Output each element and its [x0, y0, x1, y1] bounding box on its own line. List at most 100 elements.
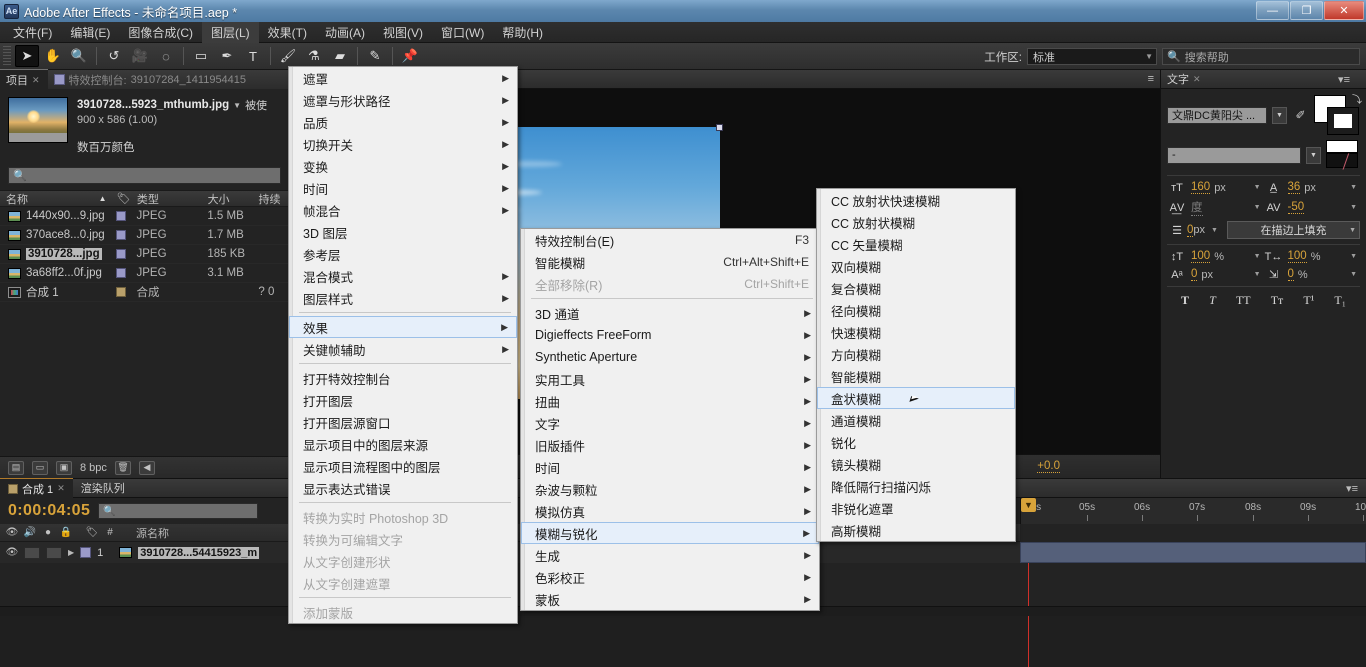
- menu-item-bilateral-blur[interactable]: 双向模糊: [817, 255, 1015, 277]
- close-button[interactable]: ✕: [1324, 1, 1364, 20]
- eye-icon[interactable]: 👁: [6, 547, 18, 559]
- tab-composition-1[interactable]: 合成 1 ✕: [0, 478, 73, 499]
- menu-item-synthetic-aperture[interactable]: Synthetic Aperture▶: [521, 346, 819, 368]
- column-name[interactable]: 名称 ▲: [0, 191, 111, 207]
- chevron-down-icon[interactable]: ▼: [1272, 107, 1287, 124]
- composition-value-badge[interactable]: +0.0: [1037, 460, 1060, 473]
- toolbar-grip[interactable]: [3, 46, 11, 66]
- menu-composition[interactable]: 图像合成(C): [119, 21, 202, 44]
- chevron-down-icon[interactable]: ▼: [233, 101, 241, 110]
- panel-menu-icon[interactable]: ≡: [1148, 73, 1154, 85]
- vertical-scale-value[interactable]: 100: [1191, 250, 1210, 263]
- collapse-icon[interactable]: ◀: [139, 461, 155, 475]
- bit-depth-label[interactable]: 8 bpc: [80, 462, 107, 474]
- kerning-value[interactable]: 度: [1191, 199, 1203, 216]
- menu-item-3d-layer[interactable]: 3D 图层: [289, 221, 517, 243]
- menu-item-3d-channel[interactable]: 3D 通道▶: [521, 302, 819, 324]
- menu-item-directional-blur[interactable]: 方向模糊: [817, 343, 1015, 365]
- menu-item-color-correction[interactable]: 色彩校正▶: [521, 566, 819, 588]
- tracking-value[interactable]: -50: [1288, 201, 1305, 214]
- stroke-color-swatch[interactable]: [1327, 107, 1359, 135]
- menu-item-cc-vector-blur[interactable]: CC 矢量模糊: [817, 233, 1015, 255]
- hand-tool-icon[interactable]: ✋: [41, 45, 65, 67]
- workspace-select[interactable]: 标准 ▼: [1027, 48, 1157, 65]
- expand-arrow-icon[interactable]: ▶: [68, 548, 74, 557]
- table-row-selected[interactable]: 3910728...jpg JPEG 185 KB: [0, 245, 289, 264]
- fill-stroke-preview[interactable]: ╱: [1326, 140, 1360, 170]
- shape-tool-icon[interactable]: ▭: [189, 45, 213, 67]
- table-row[interactable]: 合成 1 合成 ? 0: [0, 283, 289, 302]
- column-type[interactable]: 类型: [131, 191, 202, 207]
- audio-icon[interactable]: 🔊: [24, 527, 36, 539]
- panel-menu-icon[interactable]: ▾≡: [1338, 73, 1350, 86]
- menu-window[interactable]: 窗口(W): [432, 21, 493, 44]
- brush-tool-icon[interactable]: 🖌: [276, 45, 300, 67]
- column-size[interactable]: 大小: [202, 191, 253, 207]
- menu-item-layer-styles[interactable]: 图层样式▶: [289, 287, 517, 309]
- menu-item-open-effect-controls[interactable]: 打开特效控制台: [289, 367, 517, 389]
- tab-project[interactable]: 项目 ✕: [0, 69, 48, 90]
- menu-item-smart-blur[interactable]: 智能模糊Ctrl+Alt+Shift+E: [521, 251, 819, 273]
- chevron-down-icon[interactable]: ▼: [1254, 271, 1264, 278]
- baseline-shift-value[interactable]: 0: [1191, 268, 1197, 281]
- menu-item-blur-sharpen[interactable]: 模糊与锐化▶: [521, 522, 819, 544]
- menu-item-transform[interactable]: 变换▶: [289, 155, 517, 177]
- minimize-button[interactable]: —: [1256, 1, 1289, 20]
- table-row[interactable]: 1440x90...9.jpg JPEG 1.5 MB: [0, 207, 289, 226]
- menu-item-compound-blur[interactable]: 复合模糊: [817, 277, 1015, 299]
- timeline-search-input[interactable]: 🔍: [98, 503, 258, 519]
- menu-item-effect-controls[interactable]: 特效控制台(E)F3: [521, 229, 819, 251]
- project-settings-icon[interactable]: ▣: [56, 461, 72, 475]
- solo-icon[interactable]: ●: [42, 527, 54, 539]
- roto-brush-tool-icon[interactable]: ✎: [363, 45, 387, 67]
- italic-button[interactable]: T: [1209, 293, 1216, 308]
- column-label-tag[interactable]: 🏷: [111, 192, 131, 205]
- close-icon[interactable]: ✕: [57, 483, 65, 494]
- bold-button[interactable]: T: [1181, 293, 1189, 308]
- new-composition-icon[interactable]: ▤: [8, 461, 24, 475]
- menu-item-simulation[interactable]: 模拟仿真▶: [521, 500, 819, 522]
- menu-item-radial-blur[interactable]: 径向模糊: [817, 299, 1015, 321]
- menu-layer[interactable]: 图层(L): [202, 21, 259, 44]
- menu-item-matte[interactable]: 蒙板▶: [521, 588, 819, 610]
- menu-item-time-effects[interactable]: 时间▶: [521, 456, 819, 478]
- menu-item-frame-blending[interactable]: 帧混合▶: [289, 199, 517, 221]
- menu-item-reduce-interlace-flicker[interactable]: 降低隔行扫描闪烁: [817, 475, 1015, 497]
- lock-icon[interactable]: 🔒: [60, 527, 72, 539]
- menu-item-mask[interactable]: 遮罩▶: [289, 67, 517, 89]
- menu-effect[interactable]: 效果(T): [259, 21, 316, 44]
- menu-item-obsolete[interactable]: 旧版插件▶: [521, 434, 819, 456]
- menu-item-sharpen[interactable]: 锐化: [817, 431, 1015, 453]
- menu-item-reveal-layer-source[interactable]: 显示项目中的图层来源: [289, 433, 517, 455]
- maximize-button[interactable]: ❐: [1290, 1, 1323, 20]
- chevron-down-icon[interactable]: ▼: [1306, 147, 1321, 164]
- camera-tool-icon[interactable]: 🎥: [128, 45, 152, 67]
- menu-help[interactable]: 帮助(H): [493, 21, 552, 44]
- zoom-tool-icon[interactable]: 🔍: [67, 45, 91, 67]
- menu-item-blending-mode[interactable]: 混合模式▶: [289, 265, 517, 287]
- delete-icon[interactable]: 🗑: [115, 461, 131, 475]
- small-caps-button[interactable]: Tт: [1271, 293, 1284, 308]
- eyedropper-icon[interactable]: ✐: [1292, 107, 1309, 124]
- font-style-select[interactable]: -: [1167, 147, 1301, 164]
- menu-item-keyframe-assistant[interactable]: 关键帧辅助▶: [289, 338, 517, 360]
- all-caps-button[interactable]: TT: [1236, 293, 1251, 308]
- menu-item-lens-blur[interactable]: 镜头模糊: [817, 453, 1015, 475]
- chevron-down-icon[interactable]: ▼: [1254, 184, 1264, 191]
- new-folder-icon[interactable]: ▭: [32, 461, 48, 475]
- menu-item-mask-shape-path[interactable]: 遮罩与形状路径▶: [289, 89, 517, 111]
- eye-icon[interactable]: 👁: [6, 527, 18, 539]
- menu-view[interactable]: 视图(V): [374, 21, 432, 44]
- menu-animation[interactable]: 动画(A): [316, 21, 374, 44]
- menu-item-reveal-layer-flowchart[interactable]: 显示项目流程图中的图层: [289, 455, 517, 477]
- panel-menu-icon[interactable]: ▾≡: [1346, 482, 1358, 495]
- table-row[interactable]: 370ace8...0.jpg JPEG 1.7 MB: [0, 226, 289, 245]
- table-row[interactable]: 3a68ff2...0f.jpg JPEG 3.1 MB: [0, 264, 289, 283]
- menu-edit[interactable]: 编辑(E): [61, 21, 119, 44]
- menu-item-fast-blur[interactable]: 快速模糊: [817, 321, 1015, 343]
- pen-tool-icon[interactable]: ✒: [215, 45, 239, 67]
- layer-label-swatch[interactable]: [80, 547, 91, 558]
- menu-item-open-layer-source[interactable]: 打开图层源窗口: [289, 411, 517, 433]
- tab-render-queue[interactable]: 渲染队列: [73, 478, 133, 498]
- menu-item-effect[interactable]: 效果▶: [289, 316, 517, 338]
